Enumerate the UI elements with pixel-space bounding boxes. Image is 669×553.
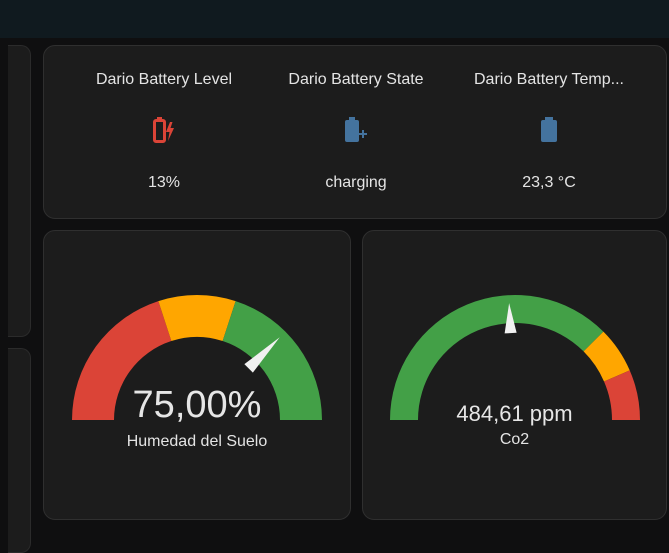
gauge-soil-moisture bbox=[72, 295, 322, 420]
battery-charging-alert-icon bbox=[69, 116, 259, 152]
top-app-bar bbox=[0, 0, 669, 38]
gauge-card-soil-moisture[interactable]: 75,00% Humedad del Suelo bbox=[43, 230, 351, 520]
gauge-label: Humedad del Suelo bbox=[126, 433, 268, 450]
gauge-value: 484,61 ppm bbox=[456, 401, 573, 426]
side-card-lower bbox=[8, 348, 31, 553]
battery-icon bbox=[454, 116, 644, 152]
entity-name: Dario Battery Level bbox=[95, 71, 233, 88]
side-card-upper bbox=[8, 45, 31, 337]
gauge-label: Co2 bbox=[499, 431, 530, 448]
entity-state: charging bbox=[325, 174, 387, 191]
entity-name: Dario Battery Temp... bbox=[474, 71, 624, 88]
gauge-value: 75,00% bbox=[132, 384, 262, 426]
gauge-co2 bbox=[390, 295, 640, 420]
entity-state: 23,3 °C bbox=[522, 174, 576, 191]
entity-state: 13% bbox=[147, 174, 181, 191]
battery-entities-card: Dario Battery Level 13% Dario Battery St… bbox=[43, 45, 667, 219]
entity-name: Dario Battery State bbox=[288, 71, 424, 88]
gauge-segment-1 bbox=[158, 295, 236, 342]
gauge-card-co2[interactable]: 484,61 ppm Co2 bbox=[362, 230, 667, 520]
battery-plus-icon bbox=[261, 116, 451, 152]
